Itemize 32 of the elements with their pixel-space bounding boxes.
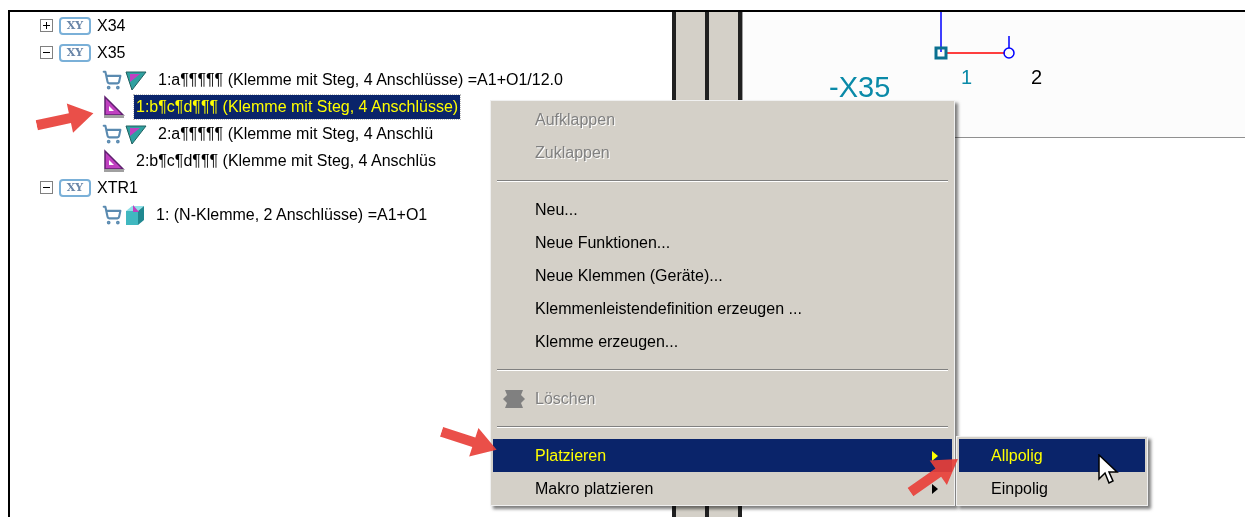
terminal-strip-badge: XY (59, 43, 91, 62)
tree-item[interactable]: 2:b¶c¶d¶¶¶ (Klemme mit Steg, 4 Anschlüs (134, 148, 438, 173)
tree-node-label[interactable]: XTR1 (97, 175, 138, 200)
collapse-icon[interactable] (40, 181, 53, 194)
tree-item[interactable]: 1: (N-Klemme, 2 Anschlüsse) =A1+O1 (154, 202, 430, 227)
menu-item[interactable]: Platzieren (493, 439, 952, 472)
menu-item[interactable]: Klemmenleistendefinition erzeugen ... (493, 292, 952, 325)
expand-icon[interactable] (40, 19, 53, 32)
terminal-strip-badge: XY (59, 178, 91, 197)
submenu-caret-icon (932, 483, 938, 494)
menu-item[interactable]: Makro platzieren (493, 472, 952, 505)
terminal-strip-badge: XY (59, 16, 91, 35)
designation-label: -X35 (829, 70, 891, 105)
cart-icon (102, 204, 122, 225)
tree-item[interactable]: 1:b¶c¶d¶¶¶ (Klemme mit Steg, 4 Anschlüsse) (134, 94, 461, 119)
tree-item[interactable]: 1:a¶¶¶¶¶ (Klemme mit Steg, 4 Anschlüsse) =A1+O1/12.0 (156, 67, 565, 92)
menu-item[interactable]: Neu... (493, 193, 952, 226)
menu-item[interactable]: Einpolig (959, 472, 1145, 505)
cart-icon (102, 69, 122, 90)
tree-node-label[interactable]: X35 (97, 40, 126, 65)
menu-item[interactable]: Klemme erzeugen... (493, 325, 952, 358)
menu-item[interactable]: Neue Funktionen... (493, 226, 952, 259)
tree-item[interactable]: 2:a¶¶¶¶¶ (Klemme mit Steg, 4 Anschlü (156, 121, 436, 146)
mouse-cursor-icon (1098, 454, 1120, 486)
collapse-icon[interactable] (40, 46, 53, 59)
menu-item[interactable]: Allpolig (959, 439, 1145, 472)
pin-number: 2 (1031, 65, 1043, 90)
pin-number: 1 (961, 65, 973, 90)
menu-item[interactable]: Neue Klemmen (Geräte)... (493, 259, 952, 292)
submenu-caret-icon (932, 450, 938, 461)
cart-icon (102, 123, 122, 144)
tree-node-label[interactable]: X34 (97, 13, 126, 38)
